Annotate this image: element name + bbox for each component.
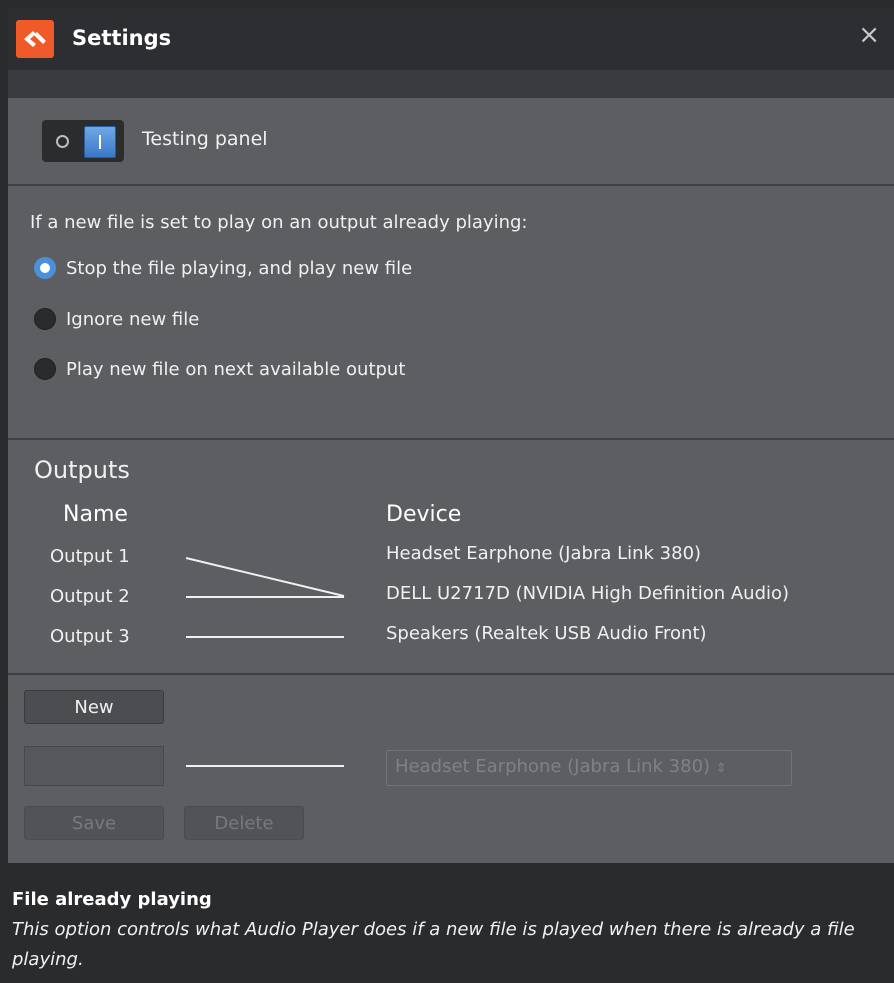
title-bar: Settings ×	[8, 8, 894, 71]
outputs-title: Outputs	[34, 456, 130, 484]
toggle-off-indicator-icon	[56, 135, 69, 148]
name-column-header: Name	[63, 502, 128, 527]
output-name-2[interactable]: Output 2	[50, 586, 130, 607]
radio-unselected-icon	[34, 358, 56, 380]
testing-panel-section	[8, 98, 894, 186]
delete-button[interactable]: Delete	[184, 806, 304, 840]
new-output-button[interactable]: New	[24, 690, 164, 724]
device-name-1[interactable]: Headset Earphone (Jabra Link 380)	[386, 543, 701, 564]
radio-unselected-icon	[34, 308, 56, 330]
device-select-value: Headset Earphone (Jabra Link 380)	[395, 756, 711, 777]
device-column-header: Device	[386, 502, 462, 527]
settings-window: Settings × Testing panel If a new file i…	[8, 8, 894, 983]
radio-ignore-new-file[interactable]: Ignore new file	[34, 304, 199, 334]
testing-panel-toggle[interactable]	[42, 120, 124, 162]
output-name-field[interactable]	[24, 746, 164, 786]
output-name-1[interactable]: Output 1	[50, 546, 130, 567]
output-name-3[interactable]: Output 3	[50, 626, 130, 647]
connection-line-1	[185, 557, 345, 597]
radio-next-available-output[interactable]: Play new file on next available output	[34, 354, 405, 384]
window-title: Settings	[72, 26, 172, 50]
select-arrows-icon: ⇕	[715, 761, 727, 776]
title-divider	[8, 70, 894, 98]
radio-stop-and-play[interactable]: Stop the file playing, and play new file	[34, 253, 412, 283]
testing-panel-label: Testing panel	[142, 128, 268, 150]
radio-label: Stop the file playing, and play new file	[66, 257, 413, 279]
toggle-on-knob	[84, 126, 116, 158]
device-name-3[interactable]: Speakers (Realtek USB Audio Front)	[386, 623, 707, 644]
device-select[interactable]: Headset Earphone (Jabra Link 380) ⇕	[386, 750, 792, 786]
help-title: File already playing	[12, 889, 212, 910]
radio-label: Play new file on next available output	[66, 358, 406, 380]
help-text: This option controls what Audio Player d…	[12, 919, 855, 970]
audio-player-logo-icon	[16, 20, 54, 58]
radio-label: Ignore new file	[66, 308, 200, 330]
radio-selected-icon	[34, 257, 56, 279]
close-button[interactable]: ×	[858, 22, 880, 48]
save-button[interactable]: Save	[24, 806, 164, 840]
playback-question: If a new file is set to play on an outpu…	[30, 212, 528, 233]
editor-connection-line	[186, 765, 344, 767]
device-name-2[interactable]: DELL U2717D (NVIDIA High Definition Audi…	[386, 583, 789, 604]
output-device-connections	[185, 557, 345, 638]
help-panel: File already playing This option control…	[8, 863, 894, 983]
